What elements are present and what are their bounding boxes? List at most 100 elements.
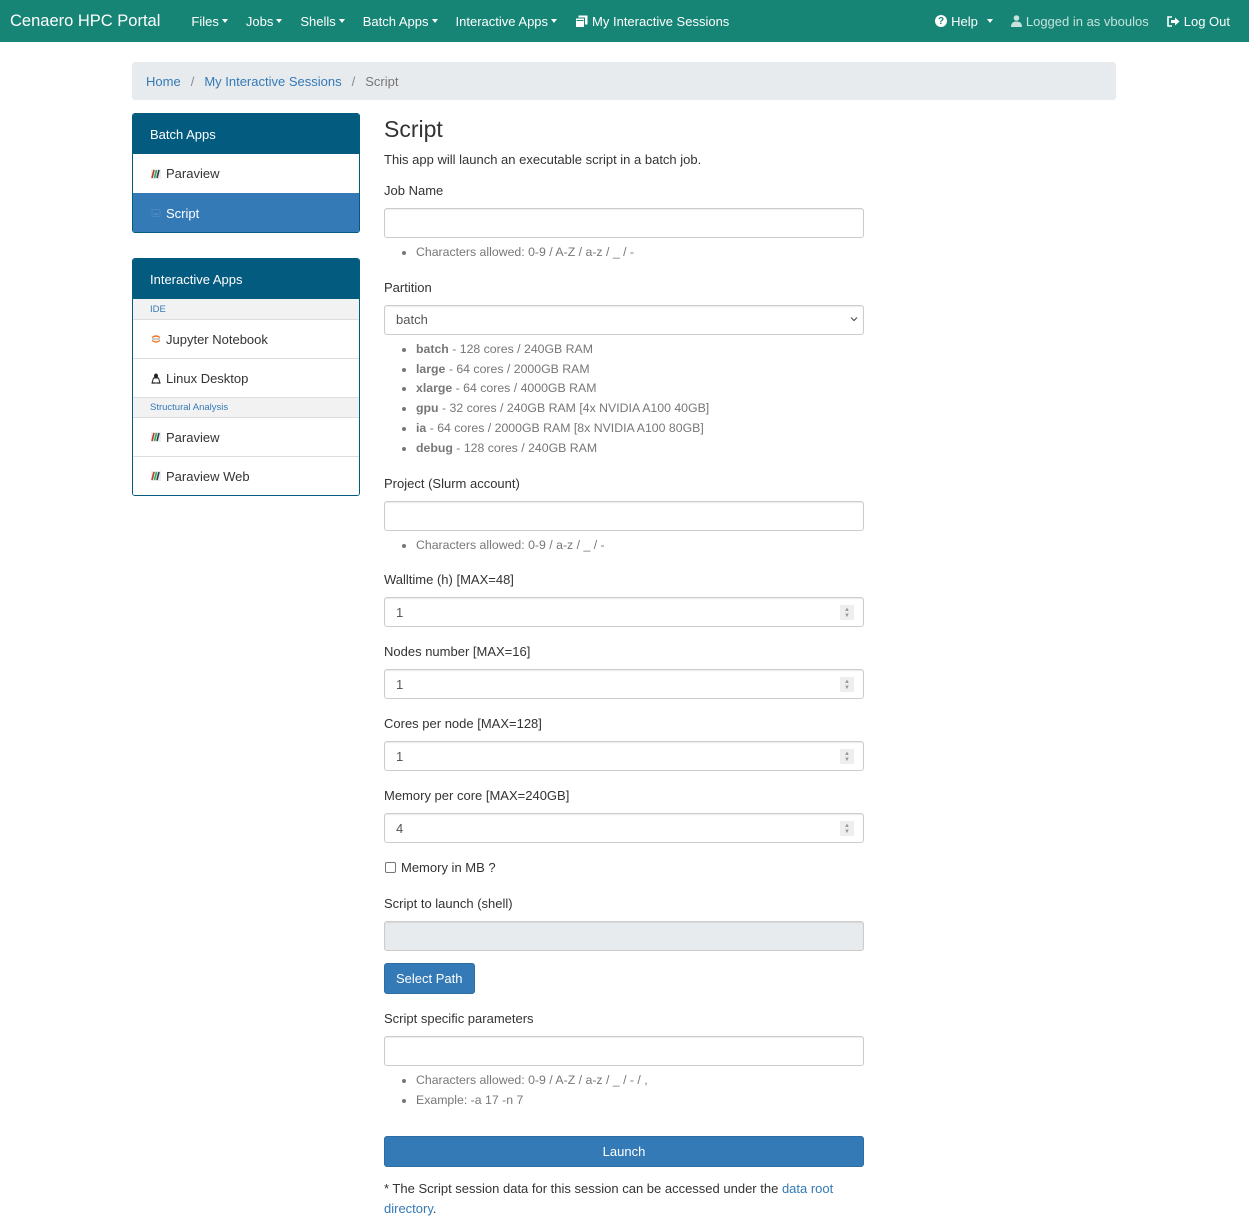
partition-help-item: ia - 64 cores / 2000GB RAM [8x NVIDIA A1… <box>416 419 864 439</box>
sidebar-item-interactive-paraview[interactable]: Paraview <box>133 417 359 456</box>
nav-my-interactive-sessions[interactable]: My Interactive Sessions <box>566 0 738 42</box>
walltime-value: 1 <box>396 604 404 620</box>
sidebar-item-label: Linux Desktop <box>166 370 249 386</box>
partition-name: debug <box>416 440 453 455</box>
project-input[interactable] <box>384 500 864 531</box>
job-name-label: Job Name <box>384 183 444 198</box>
paraview-icon <box>150 432 161 443</box>
number-spinner[interactable]: ▲ ▼ <box>840 677 854 693</box>
partition-help-item: batch - 128 cores / 240GB RAM <box>416 340 864 360</box>
sidebar-group-ide: IDE <box>133 299 359 319</box>
script-params-input[interactable] <box>384 1036 864 1067</box>
paraview-icon <box>150 168 161 179</box>
footnote-text: * The Script session data for this sessi… <box>384 1180 782 1196</box>
number-spinner[interactable]: ▲ ▼ <box>840 749 854 765</box>
nav-files-dropdown[interactable]: Files <box>182 0 236 42</box>
cores-input[interactable]: 1 ▲ ▼ <box>384 741 864 772</box>
caret-down-icon <box>986 19 993 23</box>
logout-label: Log Out <box>1183 13 1230 29</box>
sidebar-item-label: Paraview Web <box>166 468 250 484</box>
launch-button[interactable]: Launch <box>384 1135 864 1167</box>
walltime-group: Walltime (h) [MAX=48] 1 ▲ ▼ <box>384 572 864 628</box>
breadcrumb-separator: / <box>351 73 356 89</box>
nav-jobs-dropdown[interactable]: Jobs <box>237 0 291 42</box>
sidebar-item-jupyter-notebook[interactable]: Jupyter Notebook <box>133 319 359 358</box>
sign-out-icon <box>1166 15 1180 27</box>
partition-desc: - 64 cores / 4000GB RAM <box>452 381 597 396</box>
nav-batch-apps-dropdown[interactable]: Batch Apps <box>354 0 447 42</box>
nav-batch-apps-label: Batch Apps <box>362 13 429 29</box>
partition-name: large <box>416 361 446 376</box>
linux-icon <box>150 373 161 384</box>
memory-input[interactable]: 4 ▲ ▼ <box>384 813 864 844</box>
batch-apps-heading: Batch Apps <box>133 114 359 154</box>
sidebar-item-paraview-web[interactable]: Paraview Web <box>133 456 359 495</box>
script-params-group: Script specific parameters Characters al… <box>384 1011 864 1111</box>
partition-desc: - 128 cores / 240GB RAM <box>452 440 598 455</box>
sidebar-item-batch-script[interactable]: Script <box>133 193 359 232</box>
memory-mb-checkbox[interactable] <box>385 862 396 874</box>
sidebar: Batch Apps Paraview Script Interactive A… <box>132 113 360 1232</box>
chevron-down-icon <box>850 314 858 325</box>
partition-select[interactable]: batch <box>384 304 864 335</box>
memory-group: Memory per core [MAX=240GB] 4 ▲ ▼ <box>384 788 864 844</box>
script-icon <box>150 208 161 219</box>
project-group: Project (Slurm account) Characters allow… <box>384 476 864 556</box>
nav-jobs-label: Jobs <box>245 13 274 29</box>
clone-icon <box>575 15 588 28</box>
logout-link[interactable]: Log Out <box>1158 0 1239 42</box>
footnote: * The Script session data for this sessi… <box>384 1179 864 1219</box>
partition-desc: - 32 cores / 240GB RAM [4x NVIDIA A100 4… <box>438 401 710 416</box>
job-name-input[interactable] <box>384 208 864 238</box>
breadcrumb: Home / My Interactive Sessions / Script <box>132 62 1116 100</box>
nodes-input[interactable]: 1 ▲ ▼ <box>384 669 864 700</box>
nav-shells-label: Shells <box>300 13 336 29</box>
cores-label: Cores per node [MAX=128] <box>384 716 542 732</box>
partition-name: ia <box>416 420 427 435</box>
memory-mb-row: Memory in MB ? <box>384 860 864 875</box>
sidebar-item-linux-desktop[interactable]: Linux Desktop <box>133 358 359 397</box>
partition-help-item: large - 64 cores / 2000GB RAM <box>416 360 864 380</box>
memory-mb-label: Memory in MB ? <box>401 860 496 876</box>
select-path-button[interactable]: Select Path <box>384 963 475 995</box>
sidebar-item-batch-paraview[interactable]: Paraview <box>133 154 359 193</box>
nav-right: ? Help Logged in as vboulos Log Out <box>926 0 1239 42</box>
cores-value: 1 <box>396 748 404 764</box>
spin-down-icon: ▼ <box>844 756 850 763</box>
breadcrumb-home[interactable]: Home <box>146 74 181 89</box>
cores-group: Cores per node [MAX=128] 1 ▲ ▼ <box>384 716 864 772</box>
page-title: Script <box>384 116 443 142</box>
nav-interactive-apps-dropdown[interactable]: Interactive Apps <box>447 0 567 42</box>
number-spinner[interactable]: ▲ ▼ <box>840 605 854 621</box>
nav-menu: Files Jobs Shells Batch Apps Interactive… <box>182 0 738 42</box>
logged-in-label: Logged in as vboulos <box>1025 13 1149 29</box>
partition-group: Partition batch batch - 128 cores / 240G… <box>384 280 864 459</box>
breadcrumb-my-interactive-sessions[interactable]: My Interactive Sessions <box>204 74 341 89</box>
number-spinner[interactable]: ▲ ▼ <box>840 821 854 837</box>
sidebar-item-label: Script <box>166 205 200 221</box>
script-params-help: Characters allowed: 0-9 / A-Z / a-z / _ … <box>384 1071 864 1111</box>
memory-value: 4 <box>396 820 404 836</box>
help-item: Characters allowed: 0-9 / a-z / _ / - <box>416 536 864 556</box>
caret-down-icon <box>276 19 283 23</box>
partition-help-item: gpu - 32 cores / 240GB RAM [4x NVIDIA A1… <box>416 399 864 419</box>
nav-shells-dropdown[interactable]: Shells <box>291 0 353 42</box>
walltime-input[interactable]: 1 ▲ ▼ <box>384 597 864 628</box>
partition-name: xlarge <box>416 381 453 396</box>
question-circle-icon: ? <box>935 15 948 27</box>
script-params-label: Script specific parameters <box>384 1011 534 1027</box>
partition-desc: - 128 cores / 240GB RAM <box>448 341 594 356</box>
nav-help-dropdown[interactable]: ? Help <box>926 0 1002 42</box>
user-icon <box>1010 15 1022 27</box>
caret-down-icon <box>221 19 228 23</box>
logged-in-user: Logged in as vboulos <box>1002 0 1158 42</box>
partition-help: batch - 128 cores / 240GB RAM large - 64… <box>384 340 864 459</box>
nodes-value: 1 <box>396 676 404 692</box>
memory-label: Memory per core [MAX=240GB] <box>384 788 570 804</box>
sidebar-group-structural-analysis: Structural Analysis <box>133 397 359 417</box>
caret-down-icon <box>431 19 438 23</box>
partition-name: batch <box>416 341 449 356</box>
breadcrumb-separator: / <box>190 73 195 89</box>
brand-link[interactable]: Cenaero HPC Portal <box>10 12 160 31</box>
nodes-group: Nodes number [MAX=16] 1 ▲ ▼ <box>384 644 864 700</box>
